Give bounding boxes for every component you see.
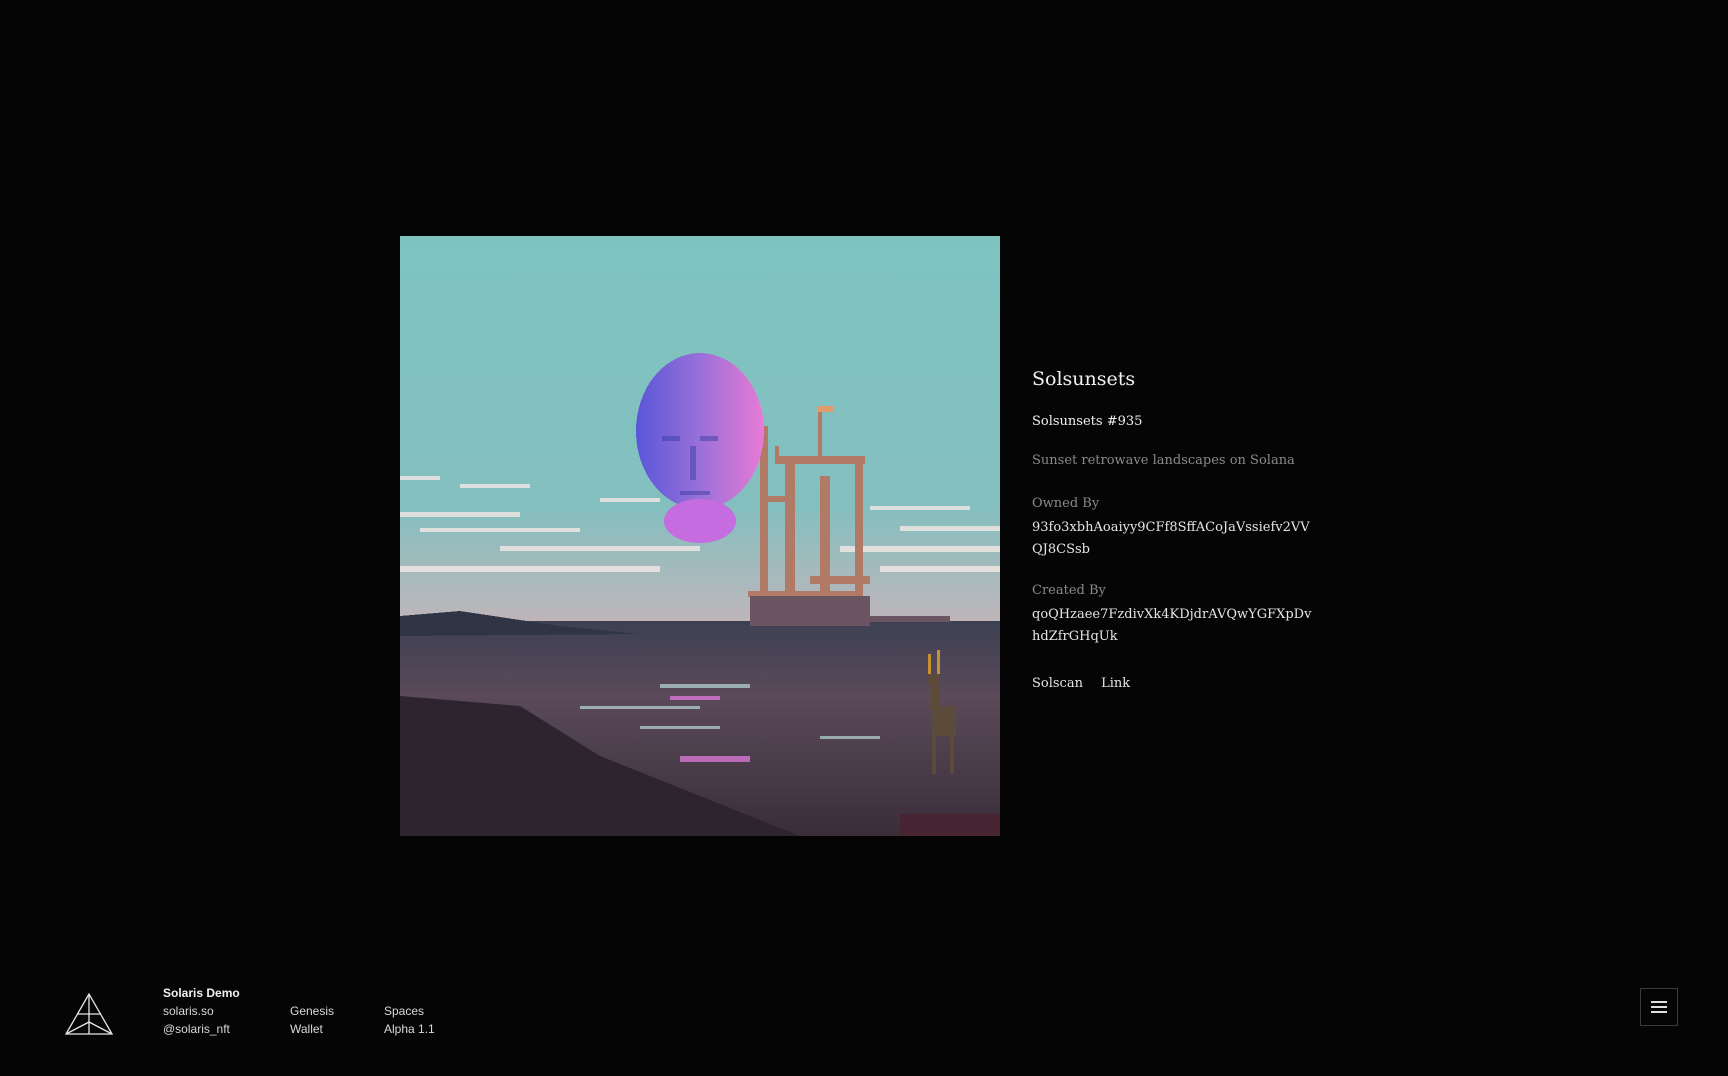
footer: Solaris Demo solaris.so @solaris_nft Gen…	[0, 976, 1728, 1076]
page: Solsunsets Solsunsets #935 Sunset retrow…	[0, 0, 1728, 1076]
footer-brand-column: Solaris Demo solaris.so @solaris_nft	[163, 984, 240, 1038]
token-name: Solsunsets #935	[1032, 414, 1143, 429]
external-link[interactable]: Link	[1101, 676, 1130, 691]
token-description: Sunset retrowave landscapes on Solana	[1032, 453, 1295, 468]
external-links: Solscan Link	[1032, 676, 1332, 691]
hamburger-menu-icon	[1651, 1002, 1667, 1012]
nft-artwork-image[interactable]	[400, 236, 1000, 836]
site-link[interactable]: solaris.so	[163, 1002, 240, 1020]
brand-name: Solaris Demo	[163, 986, 240, 1000]
creator-address: qoQHzaee7FzdivXk4KDjdrAVQwYGFXpDvhdZfrGH…	[1032, 607, 1312, 644]
nav-wallet-link[interactable]: Wallet	[290, 1020, 334, 1038]
nav-spaces-link[interactable]: Spaces	[384, 1002, 435, 1020]
twitter-handle-link[interactable]: @solaris_nft	[163, 1020, 240, 1038]
owned-by-label: Owned By	[1032, 496, 1100, 511]
owner-address: 93fo3xbhAoaiyy9CFf8SffACoJaVssiefv2VVQJ8…	[1032, 520, 1310, 557]
footer-nav-column-2: Spaces Alpha 1.1	[384, 1002, 435, 1038]
nft-info-panel: Solsunsets Solsunsets #935 Sunset retrow…	[1032, 368, 1332, 691]
footer-nav-column-1: Genesis Wallet	[290, 1002, 334, 1038]
version-label: Alpha 1.1	[384, 1022, 435, 1036]
solscan-link[interactable]: Solscan	[1032, 676, 1083, 691]
created-by-label: Created By	[1032, 583, 1106, 598]
nav-genesis-link[interactable]: Genesis	[290, 1002, 334, 1020]
solaris-tetrahedron-icon[interactable]	[64, 992, 114, 1038]
menu-button[interactable]	[1640, 988, 1678, 1026]
collection-title: Solsunsets	[1032, 368, 1136, 390]
